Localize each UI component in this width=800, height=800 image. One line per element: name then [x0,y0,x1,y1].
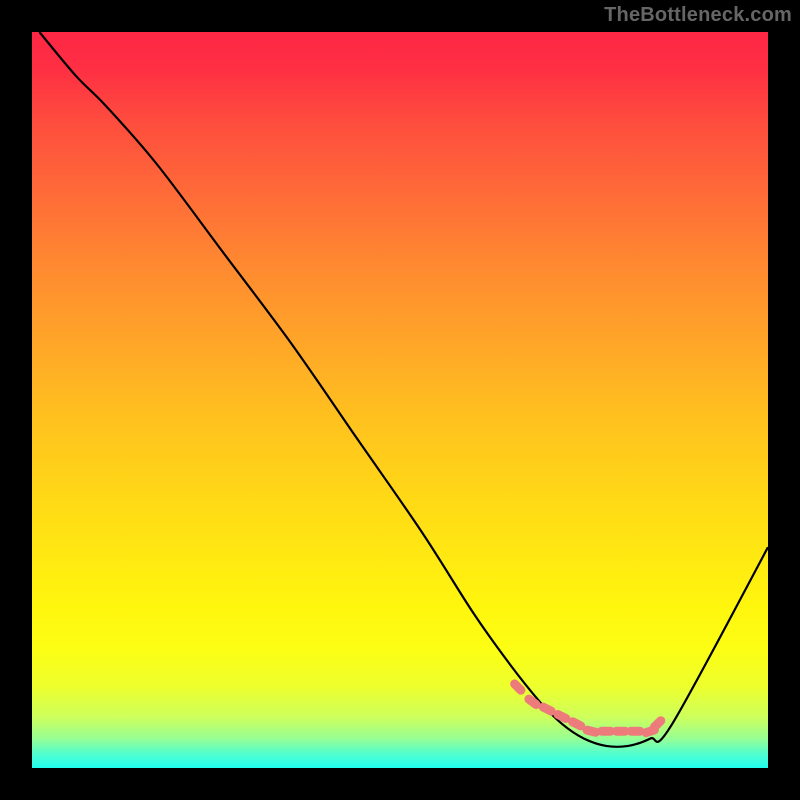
marker-dash [654,721,660,727]
marker-dash [515,684,521,690]
chart-container: TheBottleneck.com [0,0,800,800]
optimal-range-markers [515,684,661,733]
marker-dash [529,699,536,704]
watermark-label: TheBottleneck.com [604,4,792,27]
bottleneck-chart-svg [32,32,768,768]
bottleneck-curve [39,32,768,747]
marker-dash [573,722,581,726]
marker-dash [543,707,551,711]
marker-dash [558,715,566,719]
marker-dash [587,730,596,732]
plot-area [32,32,768,768]
